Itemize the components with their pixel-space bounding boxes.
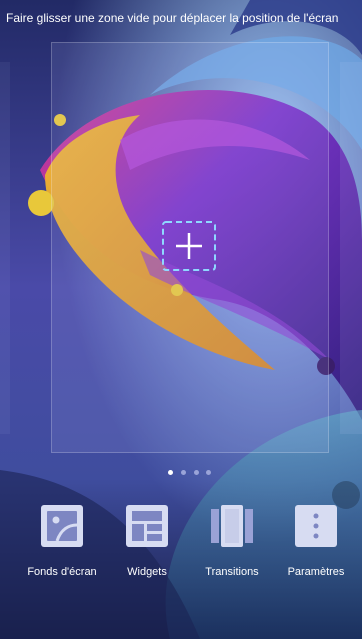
transitions-label: Transitions xyxy=(205,566,259,578)
page-dot[interactable] xyxy=(168,470,173,475)
transitions-button[interactable]: Transitions xyxy=(187,495,277,595)
page-dot[interactable] xyxy=(206,470,211,475)
transitions-icon xyxy=(211,505,253,547)
next-screen-preview xyxy=(340,62,362,434)
page-dot[interactable] xyxy=(194,470,199,475)
settings-button[interactable]: Paramètres xyxy=(271,495,361,595)
add-screen-button[interactable] xyxy=(161,220,217,272)
previous-screen-preview xyxy=(0,62,10,434)
wallpaper-icon xyxy=(41,505,83,547)
widgets-button[interactable]: Widgets xyxy=(102,495,192,595)
settings-more-icon xyxy=(295,505,337,547)
wallpapers-button[interactable]: Fonds d'écran xyxy=(17,495,107,595)
edit-toolbar: Fonds d'écran Widgets Transitions Paramè… xyxy=(0,495,362,595)
widgets-label: Widgets xyxy=(127,566,167,578)
wallpapers-label: Fonds d'écran xyxy=(27,566,97,578)
page-dot[interactable] xyxy=(181,470,186,475)
instruction-hint: Faire glisser une zone vide pour déplace… xyxy=(6,11,339,25)
widgets-icon xyxy=(126,505,168,547)
add-plus-icon xyxy=(162,221,216,271)
settings-label: Paramètres xyxy=(287,566,345,578)
page-indicator[interactable] xyxy=(168,470,212,478)
